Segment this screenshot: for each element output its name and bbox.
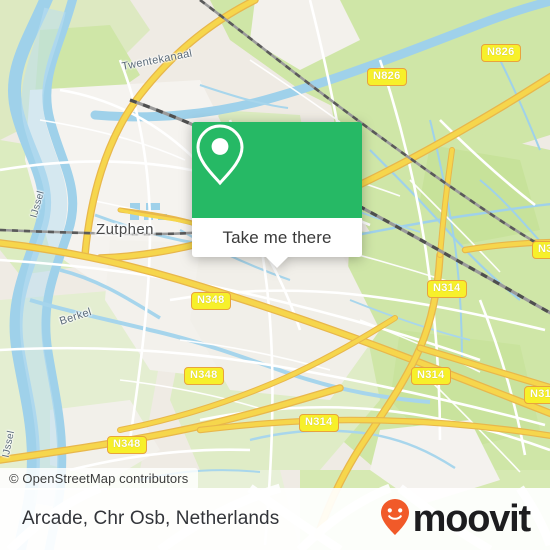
road-shield-n826-b[interactable]: N826 (367, 68, 407, 86)
destination-callout[interactable]: Take me there (192, 122, 362, 268)
road-shield-n348-a[interactable]: N348 (191, 292, 231, 310)
osm-attribution[interactable]: © OpenStreetMap contributors (0, 468, 199, 490)
callout-tail-icon (266, 257, 288, 268)
place-label-zutphen: Zutphen (96, 221, 154, 238)
road-shield-n826-a[interactable]: N826 (481, 44, 521, 62)
map-screen: Zutphen Twentekanaal Berkel IJssel IJsse… (0, 0, 550, 550)
road-shield-n34-edge[interactable]: N34 (532, 241, 550, 259)
road-shield-n348-c[interactable]: N348 (107, 436, 147, 454)
road-shield-n314-b[interactable]: N314 (411, 367, 451, 385)
callout-cta[interactable]: Take me there (192, 218, 362, 268)
road-shield-n319-edge[interactable]: N319 (524, 386, 550, 404)
road-shield-n348-b[interactable]: N348 (184, 367, 224, 385)
road-shield-n314-c[interactable]: N314 (299, 414, 339, 432)
location-title: Arcade, Chr Osb, Netherlands (22, 508, 280, 529)
moovit-brand[interactable]: moovit (380, 498, 532, 541)
moovit-wordmark: moovit (412, 498, 532, 540)
moovit-pin-smiley-icon (380, 498, 410, 541)
take-me-there-label: Take me there (222, 227, 332, 247)
road-shield-n314-a[interactable]: N314 (427, 280, 467, 298)
map-canvas[interactable]: Zutphen Twentekanaal Berkel IJssel IJsse… (0, 0, 550, 550)
footer-bar: Arcade, Chr Osb, Netherlands moovit (0, 488, 550, 550)
callout-pin-area (192, 122, 362, 218)
